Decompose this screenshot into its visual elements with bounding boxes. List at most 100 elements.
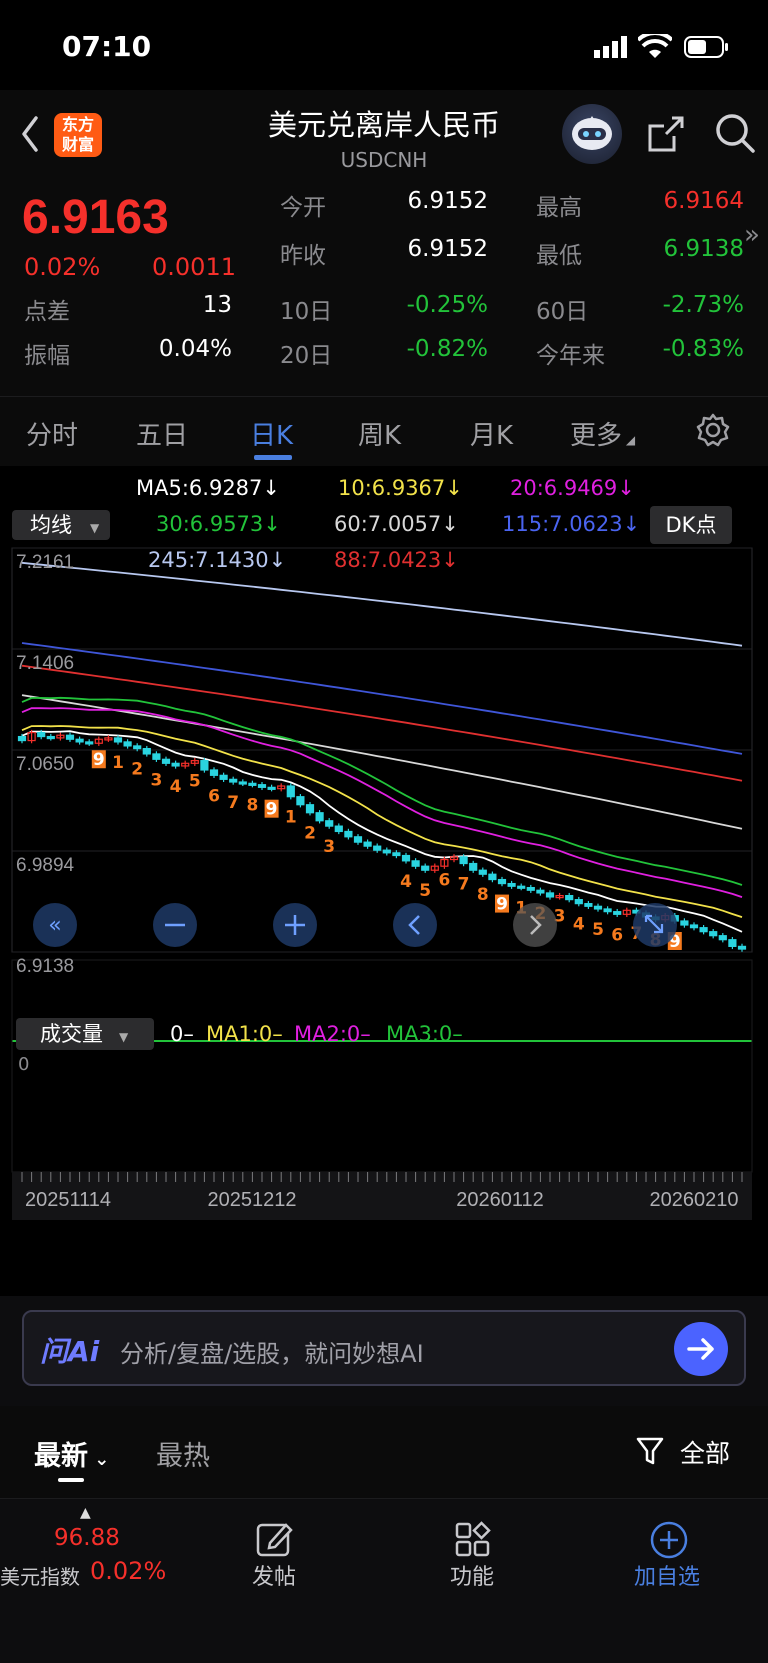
tab-active-indicator xyxy=(254,455,292,460)
share-icon[interactable] xyxy=(646,114,686,154)
wifi-icon xyxy=(638,34,672,58)
td-count-label: 8 xyxy=(246,796,258,816)
tab-monthly-k[interactable]: 月K xyxy=(470,415,513,452)
candle-body xyxy=(248,782,257,786)
back-icon[interactable] xyxy=(18,112,42,156)
dollar-index-value[interactable]: 96.88 xyxy=(54,1525,120,1551)
dropdown-arrow-icon: ▼ xyxy=(119,1030,129,1044)
dollar-index-name[interactable]: 美元指数 xyxy=(0,1561,80,1590)
ai-placeholder[interactable]: 分析/复盘/选股，就问妙想AI xyxy=(120,1334,424,1369)
candle-body xyxy=(593,905,603,910)
functions-button[interactable]: 功能 xyxy=(450,1559,494,1591)
expand-chevron-icon[interactable]: » xyxy=(744,220,760,250)
tab-five-day[interactable]: 五日 xyxy=(136,415,188,452)
change-amount: 0.0011 xyxy=(152,253,236,281)
candle-body xyxy=(574,899,583,905)
volume-ma1: MA1:0– xyxy=(206,1022,283,1046)
status-time: 07:10 xyxy=(62,30,152,63)
candle-body xyxy=(382,849,391,854)
dropdown-triangle-icon: ◢ xyxy=(622,433,636,447)
ai-send-button[interactable] xyxy=(674,1322,728,1376)
candle-body xyxy=(728,939,737,947)
zoom-in-button[interactable] xyxy=(272,902,318,948)
post-button[interactable]: 发帖 xyxy=(252,1559,296,1591)
chevron-down-icon: ⌄ xyxy=(88,1449,110,1470)
candle-body xyxy=(478,869,487,875)
volume-indicator-select[interactable]: 成交量 ▼ xyxy=(16,1018,154,1050)
quote-panel: 6.9163 0.02% 0.0011 今开 6.9152 最高 6.9164 … xyxy=(0,180,768,396)
app-logo[interactable]: 东方 财富 xyxy=(54,113,102,157)
robot-icon xyxy=(572,116,612,150)
td-count-label: 7 xyxy=(227,793,239,813)
d20-value: -0.82% xyxy=(406,336,488,362)
td-count-label: 4 xyxy=(170,777,182,797)
add-watchlist-button[interactable]: 加自选 xyxy=(634,1559,700,1591)
assistant-avatar[interactable] xyxy=(562,104,622,164)
td-count-label: 7 xyxy=(458,875,470,895)
candle-body xyxy=(497,878,507,885)
tab-more[interactable]: 更多 ◢ xyxy=(570,415,635,452)
td-count-label: 6 xyxy=(208,786,220,806)
amplitude-value: 0.04% xyxy=(158,336,232,362)
candle-body xyxy=(296,796,305,806)
candle-body xyxy=(37,731,46,738)
price-plot[interactable]: 7.21617.14067.06506.98946.9138 9 1 23 4 56 7 8… xyxy=(0,466,768,1296)
d60-value: -2.73% xyxy=(662,292,744,318)
news-tabs: 最新 ⌄ 最热 全部 xyxy=(0,1406,768,1498)
ai-input-box[interactable]: 问Ai 分析/复盘/选股，就问妙想AI xyxy=(22,1310,746,1386)
candle-body xyxy=(152,753,161,760)
x-tick-label: 20251114 xyxy=(25,1189,111,1211)
td-count-label: 4 xyxy=(400,872,412,892)
candle-body xyxy=(238,781,247,785)
search-icon[interactable] xyxy=(714,112,756,154)
candle-body xyxy=(507,882,516,887)
status-bar: 07:10 xyxy=(0,0,768,90)
ma10-line xyxy=(21,725,743,918)
zoom-out-far-button[interactable]: « xyxy=(32,902,78,948)
gear-icon[interactable] xyxy=(696,413,730,447)
y-tick-label: 7.0650 xyxy=(16,754,74,775)
page-title: 美元兑离岸人民币 xyxy=(267,108,500,142)
tab-intraday[interactable]: 分时 xyxy=(26,415,78,452)
filter-icon[interactable] xyxy=(636,1436,666,1466)
tab-latest[interactable]: 最新 ⌄ xyxy=(34,1434,109,1473)
candle-body xyxy=(65,734,75,740)
edit-post-icon[interactable] xyxy=(256,1521,294,1559)
dollar-index-change[interactable]: 0.02% xyxy=(90,1557,166,1585)
candle-body xyxy=(171,762,180,767)
d10-value: -0.25% xyxy=(406,292,488,318)
cellular-signal-icon xyxy=(594,36,627,58)
td-count-label: 8 xyxy=(477,885,489,905)
period-tabs: 分时 五日 日K 周K 月K 更多 ◢ xyxy=(0,396,768,466)
bottom-bar: ▲ 96.88 美元指数 0.02% 发帖 功能 加自选 xyxy=(0,1498,768,1663)
candle-body xyxy=(113,737,123,743)
zoom-out-button[interactable] xyxy=(152,902,198,948)
tab-hot[interactable]: 最热 xyxy=(156,1434,210,1473)
change-percent: 0.02% xyxy=(24,253,101,281)
ma30-line xyxy=(21,696,743,886)
candle-body xyxy=(123,741,132,747)
expand-up-icon[interactable]: ▲ xyxy=(80,1505,91,1521)
tab-weekly-k[interactable]: 周K xyxy=(358,415,401,452)
filter-all[interactable]: 全部 xyxy=(680,1434,730,1470)
add-circle-icon[interactable] xyxy=(650,1521,688,1559)
volume-frame xyxy=(11,959,753,1173)
d60-label: 60日 xyxy=(536,299,589,325)
fullscreen-button[interactable] xyxy=(632,902,678,948)
candle-body xyxy=(469,862,478,871)
candle-body xyxy=(488,873,497,881)
scroll-right-button[interactable] xyxy=(512,902,558,948)
apps-grid-icon[interactable] xyxy=(454,1521,492,1559)
volume-axis-zero: 0 xyxy=(18,1054,30,1075)
scroll-left-button[interactable] xyxy=(392,902,438,948)
candle-body xyxy=(353,836,363,843)
candle-body xyxy=(689,924,699,929)
y-tick-label: 7.1406 xyxy=(16,653,74,674)
td-count-label: 6 xyxy=(438,871,450,891)
spread-value: 13 xyxy=(202,292,232,318)
tab-daily-k[interactable]: 日K xyxy=(250,415,293,452)
volume-ma3: MA3:0– xyxy=(386,1022,463,1046)
grid-lines xyxy=(11,547,753,1173)
candle-body xyxy=(209,769,219,776)
candle-body xyxy=(680,920,689,926)
